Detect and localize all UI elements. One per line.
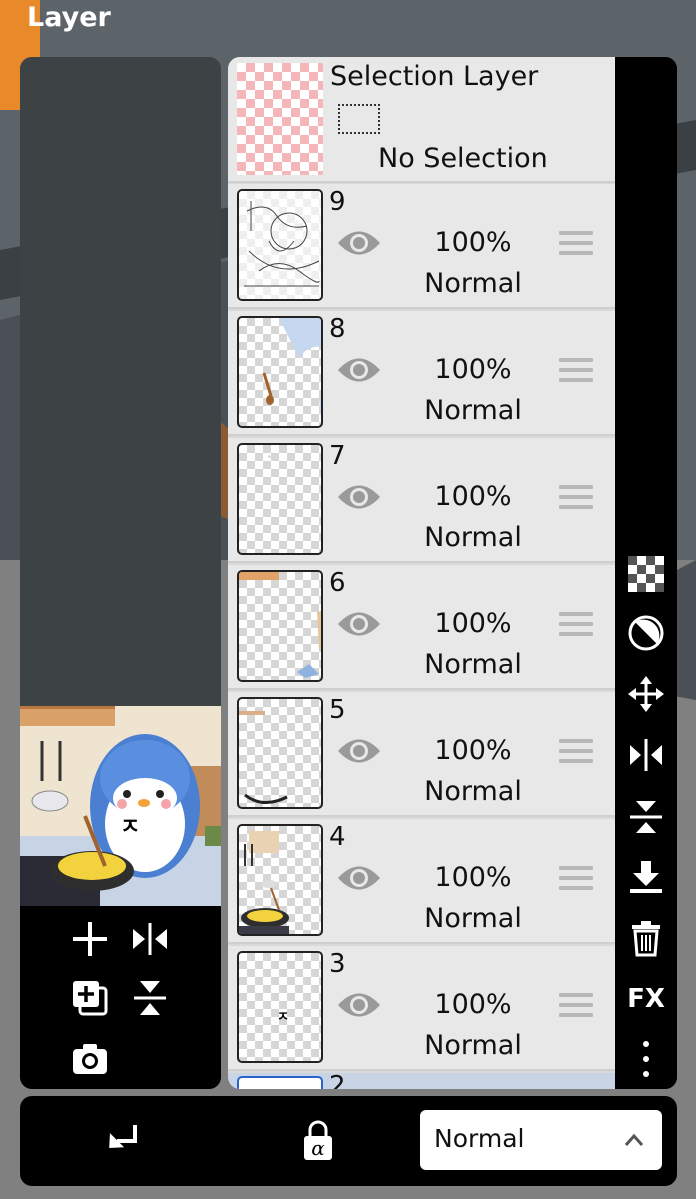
camera-icon[interactable] — [68, 1037, 112, 1081]
drag-handle-icon[interactable] — [559, 358, 593, 388]
layer-opacity: 100% — [434, 354, 512, 385]
selection-status: No Selection — [378, 143, 548, 174]
layer-thumbnail-6 — [237, 570, 323, 682]
layer-row-3[interactable]: ㅈ 3 100% Normal — [228, 946, 615, 1071]
selection-layer-title: Selection Layer — [330, 61, 539, 92]
layer-row-6[interactable]: 6 100% Normal — [228, 565, 615, 690]
visibility-eye-icon[interactable] — [336, 734, 382, 772]
blend-mode-dropdown[interactable]: Normal — [420, 1110, 662, 1170]
visibility-eye-icon[interactable] — [336, 480, 382, 518]
drag-handle-icon[interactable] — [559, 485, 593, 515]
layer-blend-mode: Normal — [424, 268, 522, 299]
layer-number: 6 — [329, 568, 346, 598]
svg-text:ㅈ: ㅈ — [120, 815, 140, 840]
layer-opacity: 100% — [434, 481, 512, 512]
layer-thumbnail-8 — [237, 316, 323, 428]
drag-handle-icon[interactable] — [559, 612, 593, 642]
layer-row-8[interactable]: 8 100% Normal — [228, 311, 615, 436]
layer-thumbnail-4 — [237, 824, 323, 936]
layer-opacity: 100% — [434, 227, 512, 258]
layer-thumbnail-9 — [237, 189, 323, 301]
layer-row-7[interactable]: 7 100% Normal — [228, 438, 615, 563]
svg-text:ㅈ: ㅈ — [277, 1010, 289, 1025]
alpha-lock-icon[interactable]: α — [293, 1116, 343, 1166]
layer-number: 5 — [329, 695, 346, 725]
duplicate-layer-icon[interactable] — [68, 976, 112, 1020]
drag-handle-icon[interactable] — [559, 739, 593, 769]
layer-blend-mode: Normal — [424, 649, 522, 680]
selection-marquee-icon — [338, 104, 380, 134]
chevron-up-icon — [624, 1132, 644, 1151]
selection-layer-thumbnail — [237, 63, 323, 175]
flip-vertical-icon[interactable] — [624, 795, 668, 839]
layer-opacity: 100% — [434, 862, 512, 893]
layer-blend-mode: Normal — [424, 776, 522, 807]
layer-row-5[interactable]: 5 100% Normal — [228, 692, 615, 817]
canvas-thumbnail[interactable]: ㅈ — [20, 706, 221, 906]
transparency-icon[interactable] — [624, 552, 668, 596]
layer-blend-mode: Normal — [424, 903, 522, 934]
layer-thumbnail-7 — [237, 443, 323, 555]
layer-thumbnail-2 — [237, 1076, 323, 1089]
canvas-preview-panel: ㅈ — [20, 57, 221, 1089]
layer-blend-mode: Normal — [424, 395, 522, 426]
flip-vertical-icon[interactable] — [128, 976, 172, 1020]
layer-blend-mode: Normal — [424, 522, 522, 553]
fx-icon[interactable]: FX — [624, 977, 668, 1021]
layers-panel: Selection Layer No Selection 9 100% Norm… — [228, 57, 677, 1089]
layer-number: 3 — [329, 949, 346, 979]
layer-opacity: 100% — [434, 608, 512, 639]
layer-row-4[interactable]: 4 100% Normal — [228, 819, 615, 944]
layer-bottom-bar: α Normal — [20, 1096, 677, 1186]
merge-down-icon[interactable] — [624, 855, 668, 899]
layer-number: 4 — [329, 822, 346, 852]
flip-horizontal-icon[interactable] — [624, 733, 668, 777]
clip-arrow-icon[interactable] — [98, 1116, 148, 1166]
trash-icon[interactable] — [624, 916, 668, 960]
layer-list[interactable]: Selection Layer No Selection 9 100% Norm… — [228, 57, 615, 1089]
layer-row-9[interactable]: 9 100% Normal — [228, 184, 615, 309]
drag-handle-icon[interactable] — [559, 993, 593, 1023]
visibility-eye-icon[interactable] — [336, 607, 382, 645]
more-icon[interactable] — [624, 1037, 668, 1081]
left-toolbar — [20, 906, 221, 1089]
drag-handle-icon[interactable] — [559, 866, 593, 896]
svg-text:α: α — [311, 1136, 325, 1160]
layer-thumbnail-5 — [237, 697, 323, 809]
layer-number: 2 — [329, 1071, 346, 1089]
preview-empty-area — [20, 57, 221, 705]
layer-row-2[interactable]: 2 — [228, 1073, 615, 1089]
selection-layer-row[interactable]: Selection Layer No Selection — [228, 57, 615, 183]
layer-thumbnail-3: ㅈ — [237, 951, 323, 1063]
layer-opacity: 100% — [434, 735, 512, 766]
layer-number: 9 — [329, 187, 346, 217]
visibility-eye-icon[interactable] — [336, 988, 382, 1026]
visibility-eye-icon[interactable] — [336, 226, 382, 264]
layer-blend-mode: Normal — [424, 1030, 522, 1061]
layer-opacity: 100% — [434, 989, 512, 1020]
panel-title: Layer — [27, 2, 111, 33]
right-toolbar: FX — [615, 57, 677, 1089]
blend-mode-value: Normal — [434, 1124, 525, 1153]
layer-number: 7 — [329, 441, 346, 471]
drag-handle-icon[interactable] — [559, 231, 593, 261]
visibility-eye-icon[interactable] — [336, 353, 382, 391]
move-icon[interactable] — [624, 672, 668, 716]
visibility-eye-icon[interactable] — [336, 861, 382, 899]
flip-horizontal-icon[interactable] — [128, 917, 172, 961]
add-layer-icon[interactable] — [68, 917, 112, 961]
contrast-icon[interactable] — [624, 611, 668, 655]
layer-number: 8 — [329, 314, 346, 344]
